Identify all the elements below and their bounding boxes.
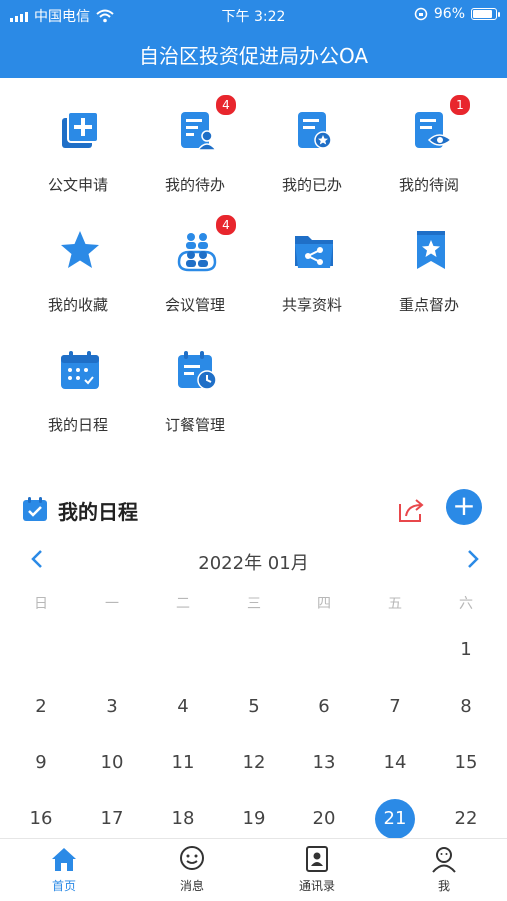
profile-icon: [432, 847, 456, 873]
app-tile-document-apply[interactable]: 公文申请: [18, 100, 138, 210]
app-tile-meal-order[interactable]: 订餐管理: [135, 340, 255, 450]
app-label: 我的日程: [47, 416, 108, 434]
calendar-icon: [61, 351, 99, 389]
bookmark-star-icon: [417, 231, 445, 269]
weekday-label: 二: [176, 596, 190, 612]
app-header: 自治区投资促进局办公OA: [0, 30, 507, 78]
meeting-people-icon: [177, 233, 217, 272]
selected-day[interactable]: 21: [375, 799, 415, 839]
share-button[interactable]: [396, 494, 426, 524]
done-star-icon: [298, 112, 332, 149]
calendar-day[interactable]: 4: [161, 689, 205, 725]
message-icon: [180, 846, 204, 870]
app-tile-favorites[interactable]: 我的收藏: [18, 220, 138, 330]
calendar-day[interactable]: 6: [302, 689, 346, 725]
badge-count: 4: [215, 214, 237, 236]
tab-label: 我: [437, 879, 450, 893]
schedule-title: 我的日程: [58, 500, 138, 524]
tab-label: 首页: [51, 879, 76, 893]
badge-count: 1: [449, 94, 471, 116]
app-label: 我的收藏: [47, 296, 108, 314]
weekday-label: 三: [247, 596, 261, 612]
calendar-day[interactable]: 9: [19, 745, 63, 781]
app-label: 公文申请: [47, 176, 108, 194]
star-icon: [61, 231, 99, 268]
month-navigation: 2022年 01月: [0, 545, 507, 575]
app-label: 我的待办: [164, 176, 225, 194]
badge-count: 4: [215, 94, 237, 116]
schedule-header: 我的日程 +: [0, 488, 507, 532]
calendar-day[interactable]: 16: [19, 801, 63, 837]
calendar-day[interactable]: 5: [232, 689, 276, 725]
app-tile-my-schedule[interactable]: 我的日程: [18, 340, 138, 450]
month-label: 2022年 01月: [198, 553, 309, 574]
app-tile-to-read[interactable]: 1 我的待阅: [369, 94, 489, 210]
weekday-label: 五: [388, 596, 402, 612]
tab-contacts[interactable]: 通讯录: [277, 845, 357, 897]
shared-folder-icon: [295, 236, 333, 268]
app-tile-key-supervision[interactable]: 重点督办: [369, 220, 489, 330]
weekday-label: 一: [105, 596, 119, 612]
status-bar: 中国电信 下午 3:22 96%: [0, 0, 507, 30]
calendar-day[interactable]: 13: [302, 745, 346, 781]
calendar-day[interactable]: 22: [444, 801, 488, 837]
battery-icon: [471, 8, 500, 20]
app-label: 我的已办: [281, 176, 342, 194]
weekday-header: 日 一 二 三 四 五 六: [0, 593, 507, 617]
calendar-day[interactable]: 18: [161, 801, 205, 837]
calendar-day[interactable]: 19: [232, 801, 276, 837]
page-title: 自治区投资促进局办公OA: [138, 43, 369, 68]
tab-home[interactable]: 首页: [24, 845, 104, 897]
document-add-icon: [62, 111, 99, 148]
calendar-day[interactable]: 12: [232, 745, 276, 781]
calendar-day[interactable]: 7: [373, 689, 417, 725]
calendar-clock-icon: [178, 351, 217, 390]
to-read-eye-icon: [415, 112, 453, 148]
calendar-day[interactable]: 11: [161, 745, 205, 781]
next-month-button[interactable]: [460, 547, 484, 571]
bottom-tab-bar: 首页 消息 通讯录 我: [0, 838, 507, 901]
app-tile-my-done[interactable]: 我的已办: [252, 100, 372, 210]
rotation-lock-icon: [414, 7, 428, 21]
tab-label: 通讯录: [298, 879, 335, 893]
app-tile-my-todo[interactable]: 4 我的待办: [135, 94, 255, 210]
calendar-check-icon: [23, 497, 47, 521]
todo-user-icon: [181, 112, 218, 151]
calendar-day[interactable]: 1: [444, 632, 488, 668]
calendar-day[interactable]: 3: [90, 689, 134, 725]
calendar-day[interactable]: 10: [90, 745, 134, 781]
contacts-icon: [306, 846, 328, 872]
home-icon: [52, 848, 76, 871]
app-label: 重点督办: [398, 296, 459, 314]
battery-percent: 96%: [433, 6, 465, 22]
calendar-day[interactable]: 20: [302, 801, 346, 837]
app-tile-meeting[interactable]: 4 会议管理: [135, 214, 255, 330]
app-label: 订餐管理: [164, 416, 225, 434]
weekday-label: 四: [317, 596, 331, 612]
app-tile-shared[interactable]: 共享资料: [252, 220, 372, 330]
calendar-day[interactable]: 2: [19, 689, 63, 725]
tab-messages[interactable]: 消息: [152, 845, 232, 897]
calendar-day[interactable]: 17: [90, 801, 134, 837]
app-label: 会议管理: [164, 296, 225, 314]
tab-me[interactable]: 我: [404, 845, 484, 897]
tab-label: 消息: [179, 879, 204, 893]
calendar-day[interactable]: 14: [373, 745, 417, 781]
add-schedule-button[interactable]: +: [446, 489, 482, 525]
weekday-label: 日: [34, 596, 48, 612]
calendar-day[interactable]: 8: [444, 689, 488, 725]
app-label: 共享资料: [281, 296, 342, 314]
weekday-label: 六: [459, 596, 473, 612]
calendar-day[interactable]: 15: [444, 745, 488, 781]
app-label: 我的待阅: [398, 176, 459, 194]
